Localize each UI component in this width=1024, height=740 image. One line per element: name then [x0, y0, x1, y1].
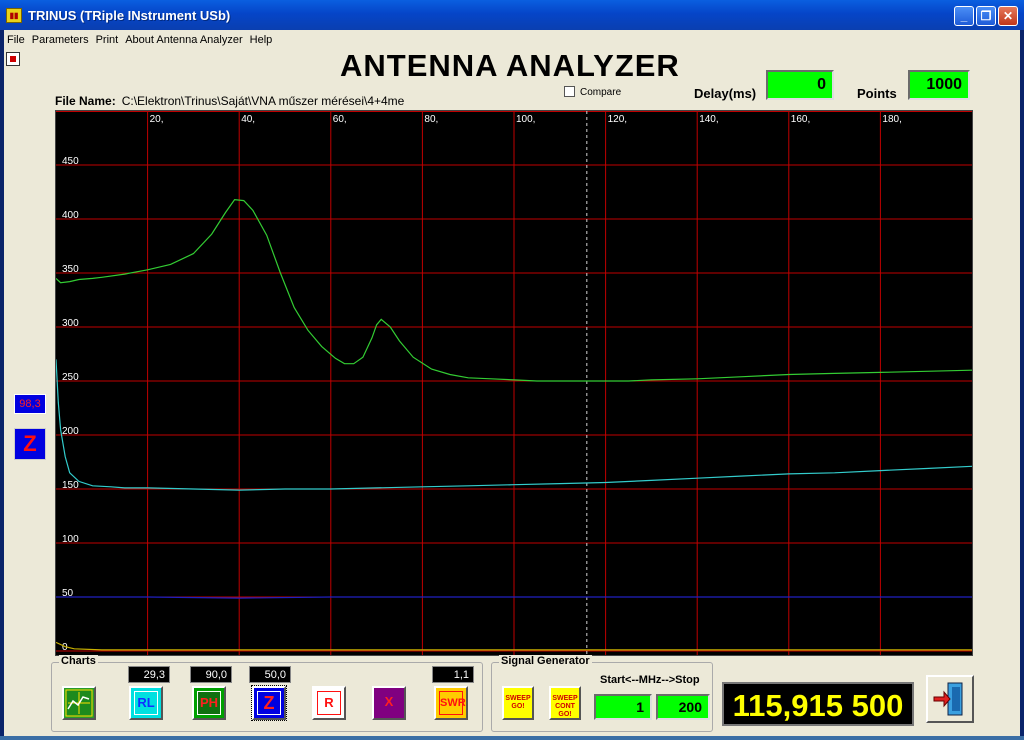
x-button-label: X [384, 694, 394, 709]
x-tick-label: 100, [516, 114, 535, 125]
client-area: File Parameters Print About Antenna Analyze… [4, 30, 1020, 736]
swr-button[interactable]: SWR [434, 686, 468, 720]
range-label: Start<--MHz-->Stop [600, 674, 700, 686]
chart-svg: 20, 40, 60, 80, 100, 120, 140, 160, 180,05010015… [56, 111, 972, 655]
corner-icon[interactable] [6, 52, 20, 66]
file-name-value: C:\Elektron\Trinus\Saját\VNA műszer méré… [121, 94, 405, 108]
y-tick-label: 300 [62, 318, 79, 329]
menu-parameters[interactable]: Parameters [28, 32, 92, 48]
menu-help[interactable]: Help [246, 32, 276, 48]
ph-button[interactable]: PH [192, 686, 226, 720]
exit-door-icon [933, 682, 963, 716]
x-tick-label: 180, [882, 114, 901, 125]
sweep-cont-go-button[interactable]: SWEEP CONT GO! [549, 686, 581, 720]
ph-button-label: PH [197, 691, 221, 715]
x-tick-label: 120, [608, 114, 627, 125]
title-bar[interactable]: ▮▮ TRINUS (TRiple INstrument USb) _ ❐ ✕ [0, 0, 1024, 30]
menu-print[interactable]: Print [92, 32, 122, 48]
x-tick-label: 80, [424, 114, 438, 125]
side-value-display: 98,3 [14, 394, 46, 414]
sweep-go-button[interactable]: SWEEP GO! [502, 686, 534, 720]
swr-button-label: SWR [439, 691, 466, 715]
ph-readout: 90,0 [190, 666, 232, 683]
r-button-label: R [317, 691, 341, 715]
points-label: Points [857, 86, 897, 101]
swr-readout: 1,1 [432, 666, 474, 683]
y-tick-label: 450 [62, 156, 79, 167]
z-button-label: Z [257, 691, 281, 715]
y-tick-label: 350 [62, 264, 79, 275]
y-tick-label: 200 [62, 426, 79, 437]
z-mode-icon[interactable]: Z [14, 428, 46, 460]
checkbox-icon[interactable] [564, 86, 575, 97]
rl-button-label: RL [134, 691, 158, 715]
graph-icon [65, 689, 93, 717]
charts-legend: Charts [59, 655, 98, 667]
delay-field[interactable]: 0 [766, 70, 834, 100]
close-button[interactable]: ✕ [998, 6, 1018, 26]
start-mhz-field[interactable]: 1 [594, 694, 652, 720]
rl-button[interactable]: RL [129, 686, 163, 720]
compare-label: Compare [580, 87, 622, 98]
compare-checkbox[interactable]: Compare [564, 86, 621, 98]
app-icon: ▮▮ [6, 8, 22, 23]
r-button[interactable]: R [312, 686, 346, 720]
points-field[interactable]: 1000 [908, 70, 970, 100]
chart-graph-button[interactable] [62, 686, 96, 720]
delay-label: Delay(ms) [694, 86, 757, 101]
z-button[interactable]: Z [251, 685, 287, 721]
x-tick-label: 40, [241, 114, 255, 125]
x-tick-label: 60, [333, 114, 347, 125]
menu-file[interactable]: File [4, 32, 28, 48]
y-tick-label: 400 [62, 210, 79, 221]
signal-generator-legend: Signal Generator [499, 655, 592, 667]
z-readout: 50,0 [249, 666, 291, 683]
x-tick-label: 20, [150, 114, 164, 125]
window-title: TRINUS (TRiple INstrument USb) [28, 8, 231, 23]
page-title: ANTENNA ANALYZER [340, 48, 680, 83]
x-tick-label: 140, [699, 114, 718, 125]
chart-area[interactable]: 20, 40, 60, 80, 100, 120, 140, 160, 180, 0 50 100 15… [55, 110, 973, 656]
maximize-button[interactable]: ❐ [976, 6, 996, 26]
minimize-button[interactable]: _ [954, 6, 974, 26]
frequency-display: 115,915 500 [722, 682, 914, 726]
x-button[interactable]: X [372, 686, 406, 720]
y-tick-label: 250 [62, 372, 79, 383]
file-name: File Name: C:\Elektron\Trinus\Saját\VNA m… [55, 94, 503, 108]
x-tick-label: 160, [791, 114, 810, 125]
y-tick-label: 150 [62, 480, 79, 491]
menu-about[interactable]: About Antenna Analyzer [121, 32, 245, 48]
taskbar-strip [0, 736, 1024, 740]
file-name-label: File Name: [55, 94, 116, 108]
menu-bar: File Parameters Print About Antenna Analyze… [4, 32, 275, 48]
stop-mhz-field[interactable]: 200 [656, 694, 710, 720]
exit-button[interactable] [926, 675, 974, 723]
rl-readout: 29,3 [128, 666, 170, 683]
y-tick-label: 100 [62, 534, 79, 545]
